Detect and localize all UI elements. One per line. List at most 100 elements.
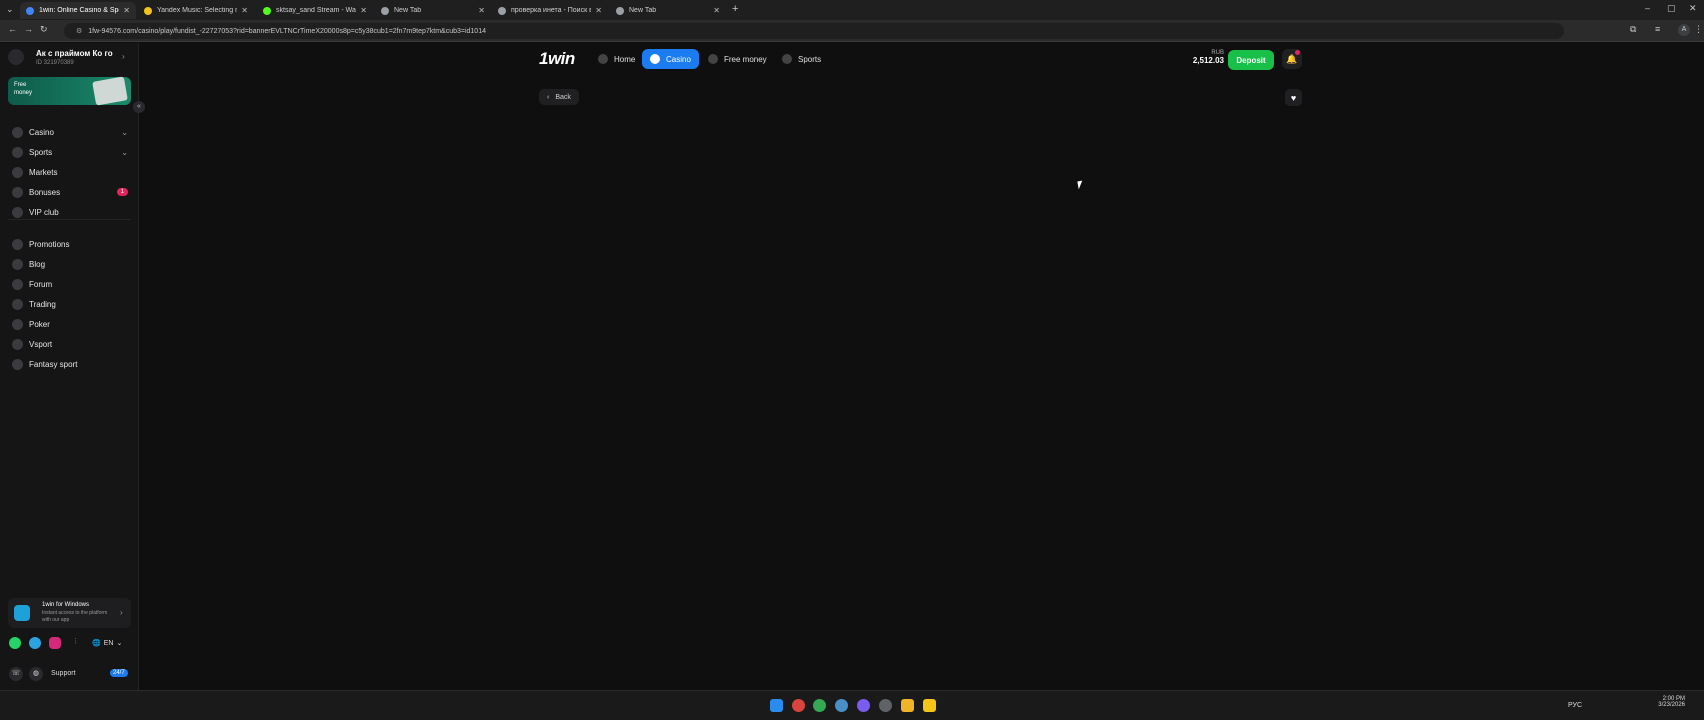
back-button[interactable]: ‹ Back [539,89,579,105]
sidebar-item-blog[interactable]: Blog [12,256,128,272]
sidebar-item-label: Sports [29,147,53,157]
address-bar[interactable]: ⚙ 1fw-94576.com/casino/play/fundist_-227… [64,23,1564,39]
support-badge: 24/7 [110,669,128,677]
clock[interactable]: 2:00 PM 3/23/2026 [1650,696,1685,708]
extensions-icon[interactable]: ⧉ [1630,24,1636,35]
instagram-icon[interactable] [49,637,61,649]
app-icon[interactable] [879,699,892,712]
app-promo-card[interactable]: 1win for Windows Instant access to the p… [8,598,131,628]
sidebar-divider [8,219,131,220]
globe-icon: 🌐 [92,640,101,647]
tab-search-icon[interactable]: ⌄ [6,4,14,15]
tab-favicon [144,6,152,15]
sidebar-item-vsport[interactable]: Vsport [12,336,128,352]
chevron-right-icon[interactable]: › [122,52,125,61]
chevron-down-icon[interactable]: ⌄ [121,128,128,137]
home-icon [598,54,608,64]
sidebar-item-label: Markets [29,167,58,177]
tab-casino[interactable]: Casino [642,49,699,69]
tab-close-icon[interactable]: ✕ [123,6,130,15]
tab-title: 1win: Online Casino & Sport Bet [39,7,119,14]
tab-close-icon[interactable]: ✕ [595,6,602,15]
tab-close-icon[interactable]: ✕ [713,6,720,15]
account-name[interactable]: Ак с праймом Ко го [36,49,113,58]
nav-label: Casino [666,54,691,64]
close-window-icon[interactable]: ✕ [1689,3,1697,14]
deposit-button[interactable]: Deposit [1228,50,1274,70]
crown-icon [12,206,23,218]
tab-close-icon[interactable]: ✕ [241,6,248,15]
sidebar-item-sports[interactable]: Sports ⌄ [12,144,128,160]
promotions-icon [12,238,23,250]
support-label[interactable]: Support [51,670,76,677]
back-nav-icon[interactable]: ← [8,24,17,34]
browser-tab[interactable]: sktsay_sand Stream - Watch L ✕ [257,2,373,19]
app-icon[interactable] [792,699,805,712]
start-icon[interactable] [770,699,783,712]
back-label: Back [555,93,571,101]
tab-close-icon[interactable]: ✕ [478,6,485,15]
tab-close-icon[interactable]: ✕ [360,6,367,15]
chevron-down-icon: ⌄ [116,640,123,647]
chevron-down-icon[interactable]: ⌄ [121,148,128,157]
whatsapp-icon[interactable] [9,637,21,649]
browser-tab[interactable]: New Tab ✕ [375,2,491,19]
sidebar-item-vip-club[interactable]: VIP club [12,204,128,220]
tab-title: New Tab [629,7,657,14]
sidebar-item-label: Vsport [29,339,53,349]
chrome-icon[interactable] [813,699,826,712]
browser-tab[interactable]: New Tab ✕ [610,2,726,19]
app-icon[interactable] [923,699,936,712]
blog-icon [12,258,23,270]
sidebar-item-label: Casino [29,127,54,137]
balance-display[interactable]: RUB 2,512.03 [1188,50,1224,65]
sports-icon [782,54,792,64]
system-tray-lang[interactable]: РУС [1568,702,1582,709]
site-info-icon[interactable]: ⚙ [76,27,82,35]
browser-tab[interactable]: 1win: Online Casino & Sport Bet ✕ [20,2,136,19]
phone-icon[interactable]: ☏ [9,667,23,681]
tab-home[interactable]: Home [590,49,643,69]
menu-icon[interactable]: ≡ [1655,24,1660,34]
more-icon[interactable]: ⋮ [1694,24,1703,35]
minimize-icon[interactable]: – [1645,3,1650,13]
tab-sports[interactable]: Sports [774,49,829,69]
language-label: EN [103,639,114,647]
free-money-banner[interactable]: Free money [8,76,131,106]
notifications-button[interactable]: 🔔 [1282,49,1302,69]
chat-icon[interactable]: ◍ [29,667,43,681]
browser-tab[interactable]: проверка инета - Поиск в Goo✕ [492,2,608,19]
favorite-button[interactable]: ♥ [1285,89,1302,106]
casino-icon [650,54,660,64]
maximize-icon[interactable]: ▢ [1667,3,1676,14]
new-tab-icon[interactable]: + [732,3,738,15]
sidebar-item-fantasy-sport[interactable]: Fantasy sport [12,356,128,372]
avatar[interactable] [8,49,24,65]
sidebar-item-poker[interactable]: Poker [12,316,128,332]
sidebar-item-bonuses[interactable]: Bonuses 1 [12,184,128,200]
telegram-icon[interactable] [29,637,41,649]
sidebar-item-trading[interactable]: Trading [12,296,128,312]
more-options-icon[interactable]: ⋮ [72,637,79,645]
app-icon[interactable] [857,699,870,712]
windows-app-icon [14,605,30,621]
profile-avatar[interactable]: A [1678,24,1690,36]
wallet-icon [708,54,718,64]
sidebar-item-markets[interactable]: Markets [12,164,128,180]
collapse-sidebar-icon[interactable]: « [133,101,145,113]
nav-label: Free money [724,54,767,64]
browser-tab[interactable]: Yandex Music: Selecting music ✕ [138,2,254,19]
language-selector[interactable]: 🌐 EN ⌄ [92,636,122,650]
forward-nav-icon[interactable]: → [24,24,33,34]
app-icon[interactable] [835,699,848,712]
sidebar-item-casino[interactable]: Casino ⌄ [12,124,128,140]
poker-icon [12,318,23,330]
vsport-icon [12,338,23,350]
sidebar-item-forum[interactable]: Forum [12,276,128,292]
folder-icon[interactable] [901,699,914,712]
tab-free-money[interactable]: Free money [700,49,775,69]
reload-icon[interactable]: ↻ [40,24,48,35]
notification-dot [1295,50,1300,55]
logo[interactable]: 1win [539,49,575,69]
sidebar-item-promotions[interactable]: Promotions [12,236,128,252]
